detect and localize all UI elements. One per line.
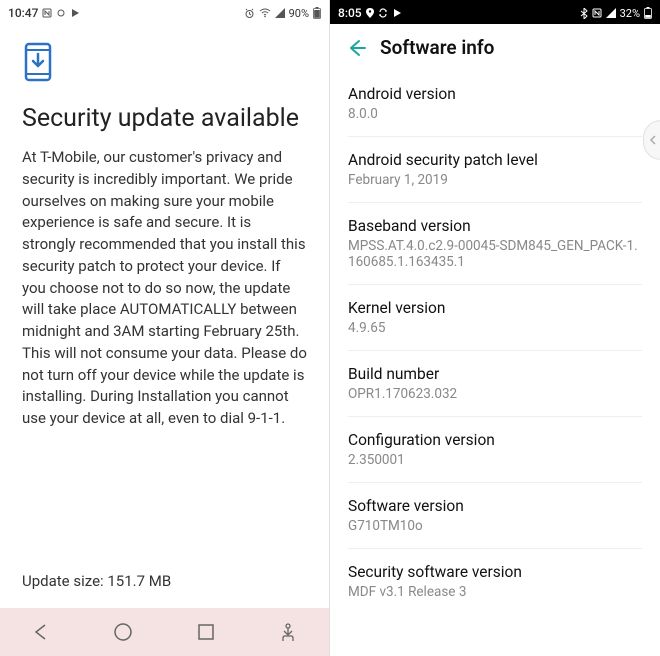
page-title: Security update available [22, 104, 307, 133]
info-value: 2.350001 [348, 452, 642, 468]
info-row-build-number[interactable]: Build number OPR1.170623.032 [348, 351, 642, 417]
status-time: 8:05 [338, 6, 362, 20]
battery-icon [313, 7, 321, 19]
phone-screenshot-left: 10:47 90% [0, 0, 330, 656]
bluetooth-icon [580, 8, 588, 19]
status-bar: 10:47 90% [0, 0, 329, 24]
info-value: MDF v3.1 Release 3 [348, 584, 642, 600]
status-left: 8:05 [338, 6, 402, 20]
status-right: 32% [580, 7, 652, 20]
navigation-bar [0, 608, 329, 656]
info-row-config-version[interactable]: Configuration version 2.350001 [348, 417, 642, 483]
info-label: Kernel version [348, 299, 642, 317]
info-row-android-version[interactable]: Android version 8.0.0 [348, 71, 642, 137]
recent-apps-button[interactable] [193, 619, 219, 645]
update-icon [22, 42, 307, 82]
play-icon [70, 8, 80, 18]
signal-icon [275, 8, 285, 18]
update-size: Update size: 151.7 MB [22, 572, 307, 590]
info-row-software-version[interactable]: Software version G710TM10o [348, 483, 642, 549]
back-button[interactable] [28, 619, 54, 645]
phone-screenshot-right: 8:05 32% [330, 0, 660, 656]
info-label: Configuration version [348, 431, 642, 449]
nfc-icon [42, 8, 52, 18]
info-label: Software version [348, 497, 642, 515]
battery-icon [644, 7, 652, 19]
info-row-security-software[interactable]: Security software version MDF v3.1 Relea… [348, 549, 642, 614]
home-button[interactable] [110, 619, 136, 645]
battery-percent: 32% [620, 7, 640, 20]
sync-icon [378, 8, 388, 18]
software-info-list: Android version 8.0.0 Android security p… [330, 71, 660, 614]
info-value: MPSS.AT.4.0.c2.9-00045-SDM845_GEN_PACK-1… [348, 238, 642, 270]
update-content: Security update available At T-Mobile, o… [0, 24, 329, 608]
location-icon [366, 8, 374, 18]
sync-icon [56, 8, 66, 18]
status-left: 10:47 [8, 6, 80, 20]
info-label: Security software version [348, 563, 642, 581]
info-row-security-patch[interactable]: Android security patch level February 1,… [348, 137, 642, 203]
info-value: G710TM10o [348, 518, 642, 534]
info-label: Android version [348, 85, 642, 103]
update-description: At T-Mobile, our customer's privacy and … [22, 147, 307, 430]
info-value: 4.9.65 [348, 320, 642, 336]
extra-nav-button[interactable] [275, 619, 301, 645]
signal-icon [606, 8, 616, 18]
battery-percent: 90% [289, 7, 309, 20]
status-time: 10:47 [8, 6, 38, 20]
back-button[interactable] [346, 38, 366, 58]
alarm-icon [244, 8, 255, 19]
status-bar: 8:05 32% [330, 0, 660, 24]
info-value: February 1, 2019 [348, 172, 642, 188]
info-row-baseband[interactable]: Baseband version MPSS.AT.4.0.c2.9-00045-… [348, 203, 642, 285]
page-header: Software info [330, 24, 660, 71]
wifi-icon [259, 8, 271, 18]
info-label: Android security patch level [348, 151, 642, 169]
info-value: 8.0.0 [348, 106, 642, 122]
info-label: Build number [348, 365, 642, 383]
info-value: OPR1.170623.032 [348, 386, 642, 402]
info-label: Baseband version [348, 217, 642, 235]
nfc-icon [592, 8, 602, 18]
info-row-kernel[interactable]: Kernel version 4.9.65 [348, 285, 642, 351]
page-title: Software info [380, 36, 494, 59]
status-right: 90% [244, 7, 321, 20]
play-icon [392, 8, 402, 18]
